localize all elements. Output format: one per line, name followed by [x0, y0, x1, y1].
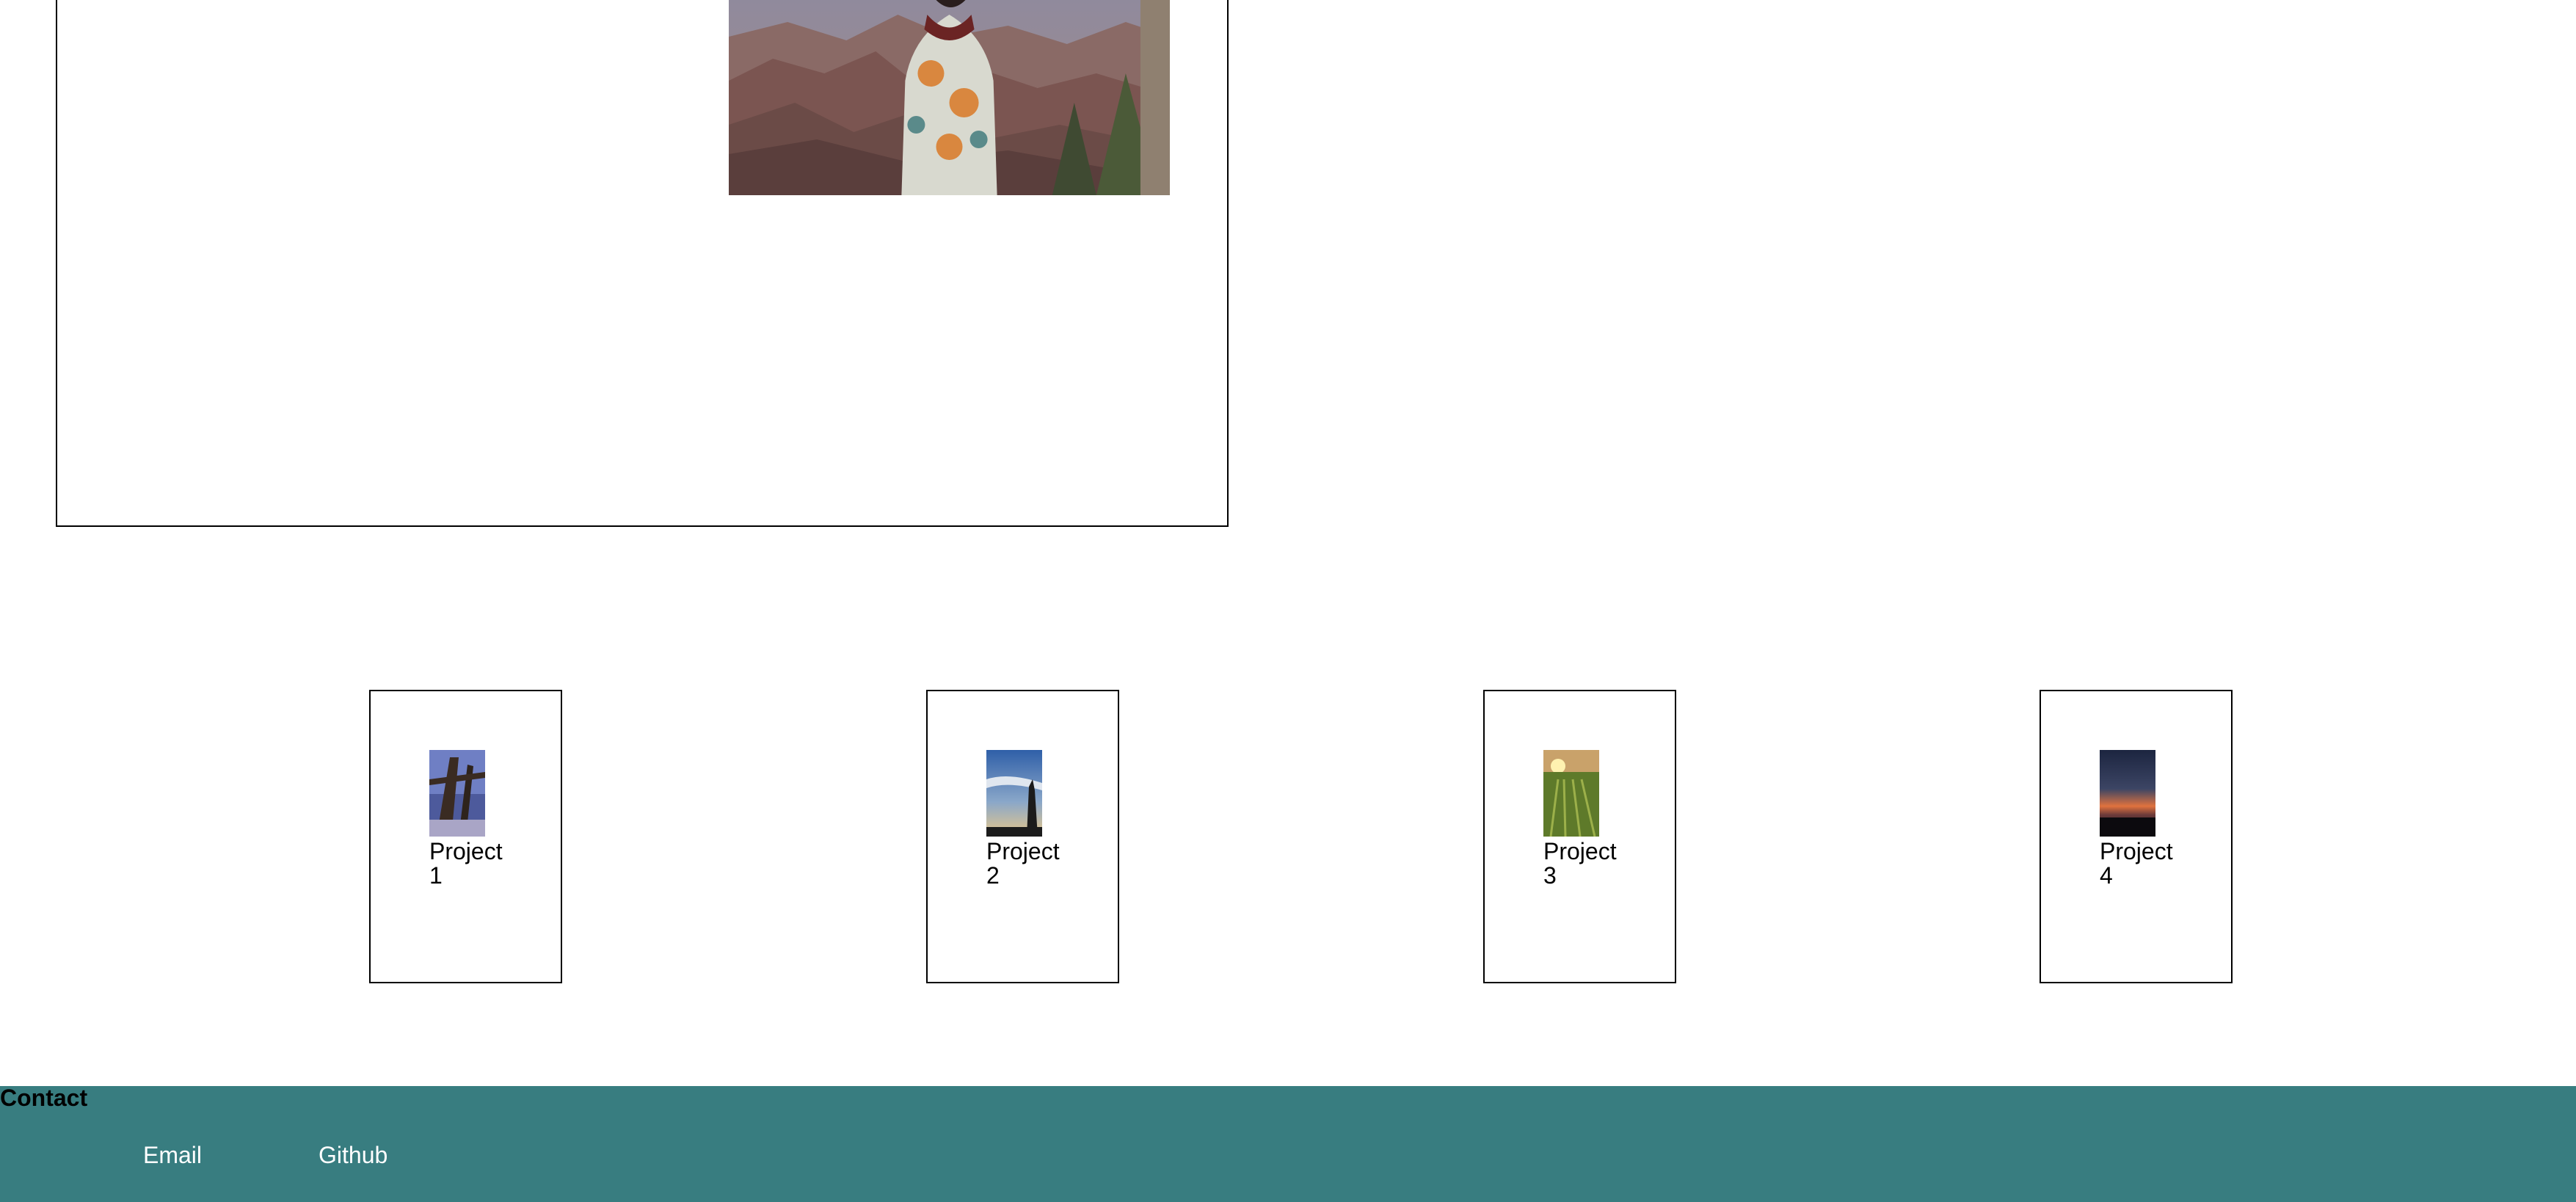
- project-2-thumbnail: [986, 750, 1042, 837]
- project-4-thumbnail: [2100, 750, 2155, 837]
- project-4-label: Project 4: [2100, 838, 2173, 889]
- project-card-3[interactable]: Project 3: [1483, 690, 1676, 983]
- project-3-thumbnail: [1543, 750, 1599, 837]
- profile-photo: [729, 0, 1170, 195]
- project-1-label: Project 1: [429, 838, 503, 889]
- project-3-label: Project 3: [1543, 838, 1617, 889]
- project-card-4[interactable]: Project 4: [2040, 690, 2233, 983]
- page: Project 1 Project 2 Project 3 Project 4 …: [0, 0, 2576, 1202]
- email-link[interactable]: Email: [143, 1140, 202, 1170]
- project-card-2[interactable]: Project 2: [926, 690, 1119, 983]
- github-link[interactable]: Github: [319, 1140, 388, 1170]
- project-card-1[interactable]: Project 1: [369, 690, 562, 983]
- footer: Contact Email Github: [0, 1085, 2576, 1202]
- project-1-thumbnail: [429, 750, 485, 837]
- contact-heading: Contact: [0, 1085, 88, 1111]
- project-2-label: Project 2: [986, 838, 1060, 889]
